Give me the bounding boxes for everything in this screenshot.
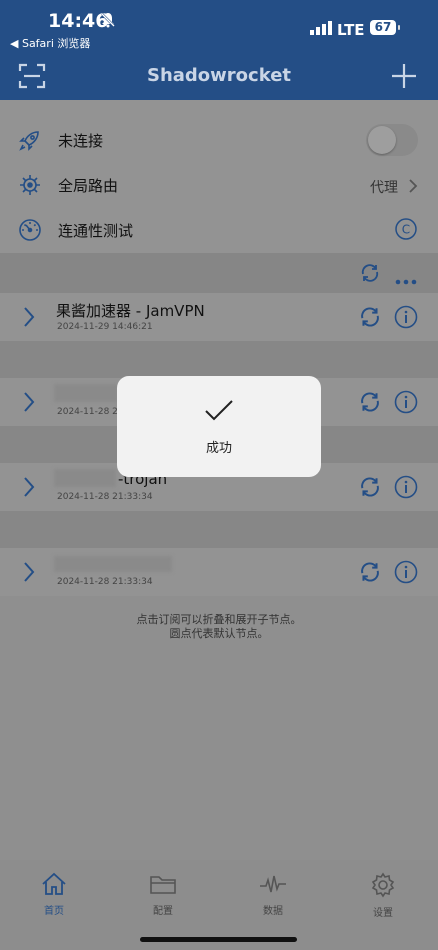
status-time: 14:46 bbox=[48, 10, 109, 32]
circle-c-icon[interactable]: C bbox=[395, 218, 417, 244]
gap bbox=[0, 341, 438, 378]
chevron-right-icon[interactable] bbox=[22, 475, 36, 503]
toggle-knob bbox=[368, 126, 396, 154]
refresh-all-icon[interactable] bbox=[359, 262, 381, 288]
add-icon[interactable] bbox=[390, 62, 418, 94]
speedometer-icon bbox=[18, 218, 42, 246]
tab-settings[interactable]: 设置 bbox=[353, 872, 413, 919]
routing-label: 全局路由 bbox=[58, 177, 119, 195]
chevron-right-icon[interactable] bbox=[22, 305, 36, 333]
checkmark-icon bbox=[203, 398, 235, 428]
chevron-right-icon[interactable] bbox=[22, 390, 36, 418]
tab-config[interactable]: 配置 bbox=[133, 872, 193, 917]
hint-line-1: 点击订阅可以折叠和展开子节点。 bbox=[136, 613, 302, 626]
rocket-icon bbox=[18, 128, 42, 156]
info-icon[interactable] bbox=[394, 390, 418, 418]
tab-home[interactable]: 首页 bbox=[24, 872, 84, 917]
refresh-icon[interactable] bbox=[358, 305, 382, 333]
redacted-name bbox=[54, 556, 172, 572]
bell-muted-icon bbox=[101, 12, 115, 32]
connectivity-test-label: 连通性测试 bbox=[58, 222, 134, 240]
svg-text:C: C bbox=[402, 223, 410, 237]
nav-bar: Shadowrocket bbox=[0, 52, 438, 100]
chevron-right-icon[interactable] bbox=[22, 560, 36, 588]
helm-icon bbox=[18, 173, 42, 201]
home-icon bbox=[42, 872, 66, 895]
tab-label: 设置 bbox=[373, 908, 393, 919]
tab-label: 首页 bbox=[44, 906, 64, 917]
back-to-safari-link[interactable]: ◀ Safari 浏览器 bbox=[10, 35, 90, 51]
status-bar: 14:46 ◀ Safari 浏览器 LTE 67 bbox=[0, 0, 438, 52]
activity-icon bbox=[260, 875, 286, 893]
tab-label: 配置 bbox=[153, 906, 173, 917]
toast-message: 成功 bbox=[205, 441, 232, 456]
gap bbox=[0, 511, 438, 548]
redacted-name bbox=[54, 384, 118, 402]
success-toast: 成功 bbox=[117, 376, 321, 477]
info-icon[interactable] bbox=[394, 560, 418, 588]
tab-label: 数据 bbox=[263, 906, 283, 917]
subscription-date: 2024-11-28 21:33:34 bbox=[57, 577, 153, 587]
routing-value[interactable]: 代理 bbox=[370, 177, 398, 197]
connectivity-test-row[interactable]: 连通性测试 bbox=[0, 208, 438, 252]
subscription-name: 果酱加速器 - JamVPN bbox=[56, 302, 205, 320]
tab-data[interactable]: 数据 bbox=[243, 872, 303, 917]
folder-icon bbox=[150, 876, 176, 894]
signal-icon bbox=[310, 20, 332, 39]
info-icon[interactable] bbox=[394, 475, 418, 503]
chevron-right-icon bbox=[408, 178, 418, 198]
network-type: LTE bbox=[337, 21, 365, 39]
hint-line-2: 圆点代表默认节点。 bbox=[169, 627, 269, 640]
info-icon[interactable] bbox=[394, 305, 418, 333]
more-icon[interactable] bbox=[395, 270, 417, 289]
redacted-name bbox=[54, 469, 116, 487]
refresh-icon[interactable] bbox=[358, 475, 382, 503]
refresh-icon[interactable] bbox=[358, 390, 382, 418]
connect-label: 未连接 bbox=[58, 132, 104, 150]
refresh-icon[interactable] bbox=[358, 560, 382, 588]
subscription-date: 2024-11-28 21:33:34 bbox=[57, 492, 153, 502]
gear-icon bbox=[371, 872, 395, 898]
connect-toggle[interactable] bbox=[366, 124, 418, 156]
home-indicator bbox=[140, 937, 297, 942]
app-title: Shadowrocket bbox=[146, 65, 292, 86]
battery-icon: 67 bbox=[370, 20, 396, 35]
subscription-item[interactable]: 果酱加速器 - JamVPN 2024-11-29 14:46:21 bbox=[0, 293, 438, 341]
subscription-date: 2024-11-29 14:46:21 bbox=[57, 322, 153, 332]
battery-tip bbox=[398, 25, 400, 30]
subscription-item[interactable]: 2024-11-28 21:33:34 bbox=[0, 548, 438, 596]
